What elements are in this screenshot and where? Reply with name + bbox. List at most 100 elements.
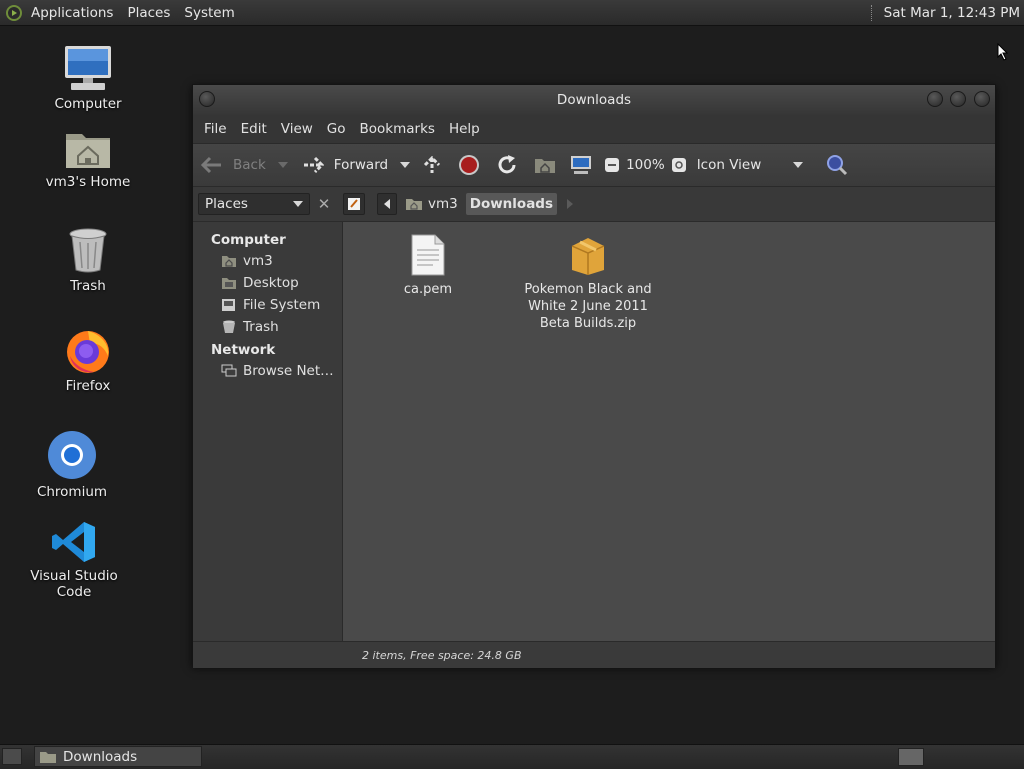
- places-sidebar: Computer vm3 Desktop File System Trash N…: [193, 222, 343, 641]
- applications-menu[interactable]: Applications: [24, 5, 120, 21]
- folder-icon: [40, 751, 56, 763]
- toggle-location-entry-button[interactable]: [343, 193, 365, 215]
- workspace-switcher[interactable]: [898, 748, 924, 766]
- taskbar-item-downloads[interactable]: Downloads: [34, 746, 202, 767]
- desktop-icon-computer[interactable]: Computer: [28, 44, 148, 112]
- menu-file[interactable]: File: [197, 121, 234, 137]
- desktop-icon-firefox[interactable]: Firefox: [28, 326, 148, 394]
- up-arrow-icon: [424, 155, 441, 173]
- chevron-down-icon: [277, 162, 288, 168]
- back-history-dropdown[interactable]: [277, 162, 288, 168]
- firefox-icon: [67, 331, 109, 373]
- status-text: 2 items, Free space: 24.8 GB: [362, 648, 522, 662]
- desktop-icon-home[interactable]: vm3's Home: [28, 128, 148, 190]
- computer-icon: [571, 156, 592, 174]
- desktop-icon-trash[interactable]: Trash: [28, 226, 148, 294]
- desktop-icon-label: Trash: [70, 278, 106, 294]
- desktop-icon-label: vm3's Home: [45, 174, 131, 190]
- places-menu[interactable]: Places: [120, 5, 177, 21]
- desktop-icon-label: Chromium: [36, 484, 108, 500]
- reload-icon: [498, 155, 516, 174]
- back-button[interactable]: Back: [201, 156, 266, 174]
- breadcrumb: vm3 Downloads: [343, 187, 577, 221]
- mouse-cursor-icon: [997, 43, 1009, 61]
- menu-edit[interactable]: Edit: [234, 121, 274, 137]
- breadcrumb-downloads[interactable]: Downloads: [465, 193, 558, 215]
- maximize-icon[interactable]: [950, 91, 966, 107]
- forward-history-dropdown[interactable]: [400, 162, 411, 168]
- file-item[interactable]: Pokemon Black and White 2 June 2011 Beta…: [523, 234, 653, 332]
- archive-icon: [571, 238, 605, 275]
- desktop-folder-icon: [222, 278, 236, 289]
- file-manager-window: Downloads File Edit View Go Bookmarks He…: [192, 84, 996, 668]
- chromium-icon: [48, 431, 96, 479]
- trash-icon: [69, 228, 107, 273]
- desktop-icon-vscode[interactable]: Visual Studio Code: [14, 520, 134, 600]
- clock[interactable]: Sat Mar 1, 12:43 PM: [884, 5, 1020, 21]
- sidebar-item-label: Desktop: [243, 275, 299, 291]
- breadcrumb-vm3[interactable]: vm3: [401, 193, 462, 215]
- view-mode-select[interactable]: Icon View: [697, 157, 804, 173]
- file-name: ca.pem: [403, 282, 453, 297]
- zoom-in-button[interactable]: [671, 157, 687, 173]
- search-button[interactable]: [825, 154, 849, 176]
- system-menu[interactable]: System: [177, 5, 241, 21]
- chevron-down-icon: [793, 162, 804, 168]
- desktop-icon-label: Firefox: [65, 378, 111, 394]
- chevron-left-icon: [384, 199, 390, 209]
- file-view[interactable]: ca.pem Pokemon Black and White 2 June 20…: [343, 222, 995, 641]
- file-item[interactable]: ca.pem: [363, 234, 493, 298]
- sidebar-item-vm3[interactable]: vm3: [193, 250, 342, 272]
- sidebar-type-select[interactable]: Places: [198, 193, 310, 215]
- close-icon[interactable]: [974, 91, 990, 107]
- sidebar-item-file-system[interactable]: File System: [193, 294, 342, 316]
- reload-button[interactable]: [496, 154, 518, 176]
- window-titlebar[interactable]: Downloads: [193, 85, 995, 115]
- menu-go[interactable]: Go: [320, 121, 353, 137]
- forward-label: Forward: [333, 157, 389, 173]
- menu-view[interactable]: View: [274, 121, 320, 137]
- forward-button[interactable]: Forward: [302, 156, 388, 174]
- window-title: Downloads: [556, 92, 632, 108]
- sidebar-item-label: Browse Net…: [243, 363, 334, 379]
- desktop-icon-label: Computer: [54, 96, 122, 112]
- up-button[interactable]: [422, 155, 442, 175]
- sidebar-item-trash[interactable]: Trash: [193, 316, 342, 338]
- home-folder-icon: [222, 256, 236, 267]
- sidebar-item-label: Trash: [243, 319, 279, 335]
- breadcrumb-scroll-right[interactable]: [563, 193, 577, 215]
- breadcrumb-label: vm3: [428, 196, 458, 212]
- menu-help[interactable]: Help: [442, 121, 487, 137]
- network-icon: [221, 364, 237, 377]
- panel-menu: Applications Places System: [0, 0, 242, 25]
- top-panel: Applications Places System Sat Mar 1, 12…: [0, 0, 1024, 26]
- show-desktop-button[interactable]: [2, 748, 22, 765]
- home-button[interactable]: [534, 156, 556, 174]
- forward-arrow-icon: [303, 156, 324, 174]
- clock-area: Sat Mar 1, 12:43 PM: [870, 0, 1024, 25]
- menu-bookmarks[interactable]: Bookmarks: [353, 121, 442, 137]
- desktop-icon-chromium[interactable]: Chromium: [12, 430, 132, 500]
- computer-button[interactable]: [570, 155, 592, 175]
- breadcrumb-scroll-left[interactable]: [377, 193, 397, 215]
- zoom-level[interactable]: 100%: [626, 157, 665, 173]
- sidebar-item-browse-network[interactable]: Browse Net…: [193, 360, 342, 382]
- chevron-right-icon: [567, 199, 574, 209]
- zoom-out-button[interactable]: [604, 157, 620, 173]
- home-icon: [535, 159, 556, 173]
- content-area: Computer vm3 Desktop File System Trash N…: [193, 222, 995, 641]
- computer-icon: [65, 46, 111, 90]
- window-menu-icon[interactable]: [199, 91, 215, 107]
- stop-icon: [459, 155, 480, 175]
- applications-logo-icon[interactable]: [6, 4, 22, 21]
- drive-icon: [222, 299, 235, 311]
- sidebar-item-desktop[interactable]: Desktop: [193, 272, 342, 294]
- chevron-down-icon: [293, 201, 303, 207]
- zoom-out-icon: [605, 158, 620, 172]
- search-icon: [827, 155, 848, 176]
- stop-button[interactable]: [458, 154, 480, 176]
- close-sidebar-button[interactable]: ✕: [314, 194, 334, 214]
- breadcrumb-label: Downloads: [469, 196, 554, 212]
- home-folder-icon: [406, 199, 422, 210]
- minimize-icon[interactable]: [927, 91, 943, 107]
